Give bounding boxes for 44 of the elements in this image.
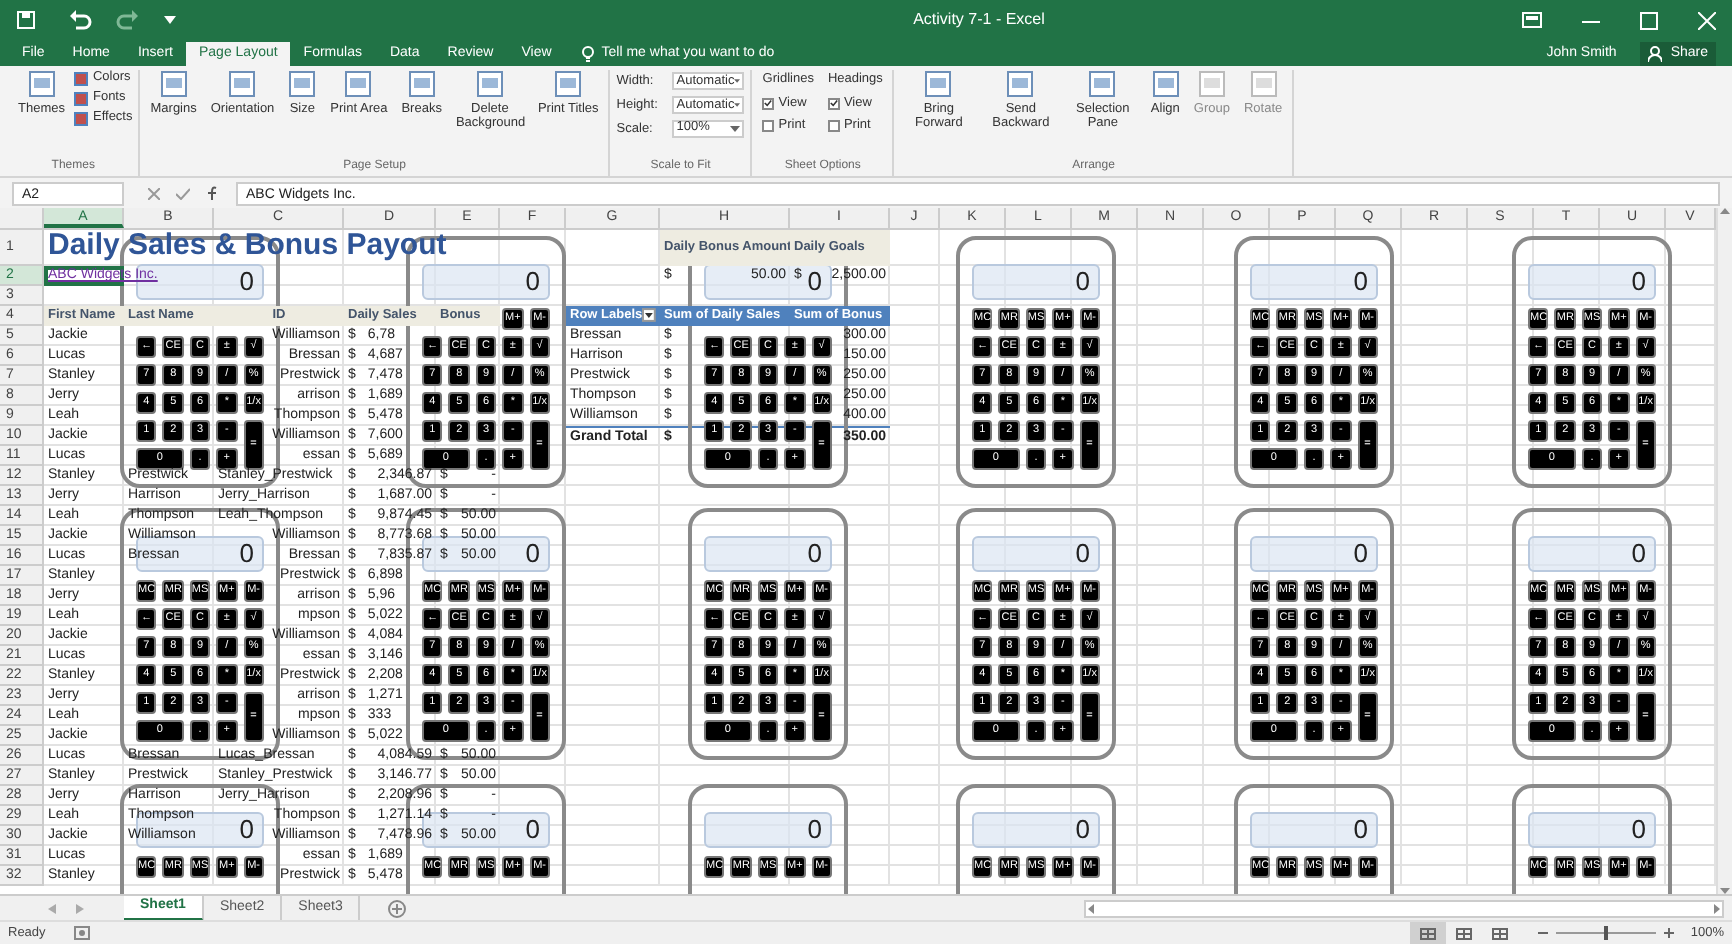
zoom-slider-thumb[interactable] xyxy=(1604,926,1609,940)
add-sheet-icon[interactable] xyxy=(388,899,407,917)
window-title: Activity 7-1 - Excel xyxy=(911,8,1047,32)
page-break-view-icon xyxy=(1492,927,1509,939)
caret-icon xyxy=(734,102,741,109)
calculator-display: 0 xyxy=(1528,536,1656,572)
vertical-scrollbar[interactable] xyxy=(1716,208,1732,894)
macro-record-icon[interactable] xyxy=(73,926,90,940)
calculator-display: 0 xyxy=(1528,264,1656,300)
function-icon[interactable] xyxy=(206,185,220,201)
checkmark-icon xyxy=(829,98,838,109)
calculator-display: 0 xyxy=(704,812,832,848)
caret-icon xyxy=(734,78,741,85)
horizontal-scrollbar[interactable] xyxy=(1084,899,1724,917)
save-icon[interactable] xyxy=(16,10,36,30)
ribbon-display-icon[interactable] xyxy=(1522,12,1542,28)
zoom-out-icon[interactable] xyxy=(1538,928,1549,938)
maximize-icon[interactable] xyxy=(1640,11,1658,29)
normal-view-icon xyxy=(1420,927,1437,939)
zoom-in-icon[interactable] xyxy=(1664,928,1675,938)
customize-caret-icon[interactable] xyxy=(164,14,176,26)
calculator-display: 0 xyxy=(972,264,1100,300)
cancel-icon[interactable] xyxy=(148,187,160,199)
calculator-display: 0 xyxy=(972,536,1100,572)
caret-icon xyxy=(730,125,741,132)
calculator-display: 0 xyxy=(422,264,550,300)
checkmark-icon xyxy=(764,98,773,109)
enter-icon[interactable] xyxy=(176,187,190,199)
view-button[interactable] xyxy=(1410,922,1447,944)
lightbulb-icon xyxy=(581,46,594,62)
calculator-display: 0 xyxy=(1528,812,1656,848)
scroll-left-icon[interactable] xyxy=(1088,903,1094,913)
undo-icon[interactable] xyxy=(68,10,92,30)
calculator-display: 0 xyxy=(1250,264,1378,300)
calculator-display: 0 xyxy=(972,812,1100,848)
calculator-display: 0 xyxy=(1250,812,1378,848)
redo-icon xyxy=(116,10,140,30)
calculator-display: 0 xyxy=(1250,536,1378,572)
person-icon xyxy=(1648,46,1663,62)
calculator-display: 0 xyxy=(704,536,832,572)
page-layout-view-icon xyxy=(1456,927,1473,939)
scroll-right-icon[interactable] xyxy=(1714,903,1720,913)
close-icon[interactable] xyxy=(1698,11,1716,29)
filter-dropdown-icon[interactable] xyxy=(642,308,656,322)
